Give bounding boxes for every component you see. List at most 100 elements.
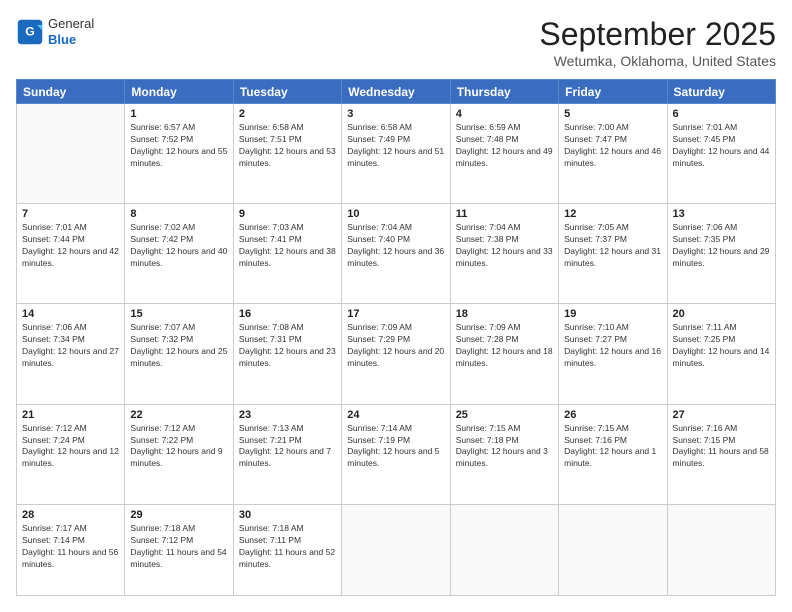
calendar-page: G General Blue September 2025 Wetumka, O… (0, 0, 792, 612)
header: G General Blue September 2025 Wetumka, O… (16, 16, 776, 69)
day-number: 19 (564, 308, 661, 320)
day-info: Sunrise: 6:58 AMSunset: 7:51 PMDaylight:… (239, 122, 336, 170)
calendar-day-cell: 5 Sunrise: 7:00 AMSunset: 7:47 PMDaylight… (559, 104, 667, 204)
day-number: 20 (673, 308, 770, 320)
weekday-header: Friday (559, 80, 667, 104)
logo: G General Blue (16, 16, 94, 47)
calendar-day-cell: 1 Sunrise: 6:57 AMSunset: 7:52 PMDaylight… (125, 104, 233, 204)
day-info: Sunrise: 7:12 AMSunset: 7:22 PMDaylight:… (130, 423, 227, 471)
day-number: 17 (347, 308, 444, 320)
weekday-header: Tuesday (233, 80, 341, 104)
day-number: 13 (673, 208, 770, 220)
day-number: 29 (130, 509, 227, 521)
calendar-day-cell: 7 Sunrise: 7:01 AMSunset: 7:44 PMDaylight… (17, 204, 125, 304)
day-number: 30 (239, 509, 336, 521)
calendar-day-cell: 29 Sunrise: 7:18 AMSunset: 7:12 PMDayligh… (125, 504, 233, 595)
day-info: Sunrise: 7:18 AMSunset: 7:12 PMDaylight:… (130, 523, 227, 571)
day-number: 18 (456, 308, 553, 320)
calendar-day-cell: 13Sunrise: 7:06 AMSunset: 7:35 PMDayligh… (667, 204, 775, 304)
day-number: 9 (239, 208, 336, 220)
calendar-day-cell (17, 104, 125, 204)
day-info: Sunrise: 7:03 AMSunset: 7:41 PMDaylight:… (239, 222, 336, 270)
day-info: Sunrise: 7:16 AMSunset: 7:15 PMDaylight:… (673, 423, 770, 471)
calendar-day-cell (559, 504, 667, 595)
calendar-table: SundayMondayTuesdayWednesdayThursdayFrid… (16, 79, 776, 596)
calendar-week-row: 28 Sunrise: 7:17 AMSunset: 7:14 PMDayligh… (17, 504, 776, 595)
day-info: Sunrise: 7:08 AMSunset: 7:31 PMDaylight:… (239, 322, 336, 370)
day-number: 23 (239, 409, 336, 421)
day-info: Sunrise: 7:13 AMSunset: 7:21 PMDaylight:… (239, 423, 336, 471)
day-number: 2 (239, 108, 336, 120)
calendar-day-cell: 4 Sunrise: 6:59 AMSunset: 7:48 PMDaylight… (450, 104, 558, 204)
calendar-day-cell: 25Sunrise: 7:15 AMSunset: 7:18 PMDayligh… (450, 404, 558, 504)
calendar-day-cell: 23 Sunrise: 7:13 AMSunset: 7:21 PMDayligh… (233, 404, 341, 504)
calendar-day-cell: 8Sunrise: 7:02 AMSunset: 7:42 PMDaylight… (125, 204, 233, 304)
day-info: Sunrise: 7:10 AMSunset: 7:27 PMDaylight:… (564, 322, 661, 370)
calendar-day-cell: 18 Sunrise: 7:09 AMSunset: 7:28 PMDayligh… (450, 304, 558, 404)
day-info: Sunrise: 7:01 AMSunset: 7:45 PMDaylight:… (673, 122, 770, 170)
day-info: Sunrise: 6:58 AMSunset: 7:49 PMDaylight:… (347, 122, 444, 170)
day-number: 24 (347, 409, 444, 421)
day-info: Sunrise: 7:05 AMSunset: 7:37 PMDaylight:… (564, 222, 661, 270)
title-block: September 2025 Wetumka, Oklahoma, United… (539, 16, 776, 69)
day-info: Sunrise: 7:09 AMSunset: 7:28 PMDaylight:… (456, 322, 553, 370)
day-info: Sunrise: 6:57 AMSunset: 7:52 PMDaylight:… (130, 122, 227, 170)
calendar-day-cell: 24Sunrise: 7:14 AMSunset: 7:19 PMDayligh… (342, 404, 450, 504)
calendar-header-row: SundayMondayTuesdayWednesdayThursdayFrid… (17, 80, 776, 104)
calendar-day-cell: 12 Sunrise: 7:05 AMSunset: 7:37 PMDayligh… (559, 204, 667, 304)
day-number: 15 (130, 308, 227, 320)
day-number: 16 (239, 308, 336, 320)
day-number: 6 (673, 108, 770, 120)
weekday-header: Sunday (17, 80, 125, 104)
day-number: 11 (456, 208, 553, 220)
day-number: 7 (22, 208, 119, 220)
calendar-day-cell: 16 Sunrise: 7:08 AMSunset: 7:31 PMDayligh… (233, 304, 341, 404)
calendar-day-cell: 27 Sunrise: 7:16 AMSunset: 7:15 PMDayligh… (667, 404, 775, 504)
calendar-week-row: 7 Sunrise: 7:01 AMSunset: 7:44 PMDaylight… (17, 204, 776, 304)
logo-general: General (48, 16, 94, 32)
day-info: Sunrise: 7:06 AMSunset: 7:34 PMDaylight:… (22, 322, 119, 370)
calendar-week-row: 21 Sunrise: 7:12 AMSunset: 7:24 PMDayligh… (17, 404, 776, 504)
day-number: 10 (347, 208, 444, 220)
calendar-day-cell: 17 Sunrise: 7:09 AMSunset: 7:29 PMDayligh… (342, 304, 450, 404)
logo-text: General Blue (48, 16, 94, 47)
day-number: 5 (564, 108, 661, 120)
logo-icon: G (16, 18, 44, 46)
calendar-day-cell: 3 Sunrise: 6:58 AMSunset: 7:49 PMDaylight… (342, 104, 450, 204)
calendar-week-row: 1 Sunrise: 6:57 AMSunset: 7:52 PMDaylight… (17, 104, 776, 204)
calendar-day-cell: 11 Sunrise: 7:04 AMSunset: 7:38 PMDayligh… (450, 204, 558, 304)
day-number: 21 (22, 409, 119, 421)
calendar-day-cell: 9 Sunrise: 7:03 AMSunset: 7:41 PMDaylight… (233, 204, 341, 304)
weekday-header: Saturday (667, 80, 775, 104)
day-info: Sunrise: 7:04 AMSunset: 7:38 PMDaylight:… (456, 222, 553, 270)
calendar-day-cell: 14 Sunrise: 7:06 AMSunset: 7:34 PMDayligh… (17, 304, 125, 404)
calendar-day-cell: 26Sunrise: 7:15 AMSunset: 7:16 PMDayligh… (559, 404, 667, 504)
day-info: Sunrise: 6:59 AMSunset: 7:48 PMDaylight:… (456, 122, 553, 170)
day-info: Sunrise: 7:17 AMSunset: 7:14 PMDaylight:… (22, 523, 119, 571)
calendar-day-cell: 28 Sunrise: 7:17 AMSunset: 7:14 PMDayligh… (17, 504, 125, 595)
day-number: 3 (347, 108, 444, 120)
day-number: 1 (130, 108, 227, 120)
logo-blue: Blue (48, 32, 94, 48)
day-number: 27 (673, 409, 770, 421)
day-info: Sunrise: 7:09 AMSunset: 7:29 PMDaylight:… (347, 322, 444, 370)
calendar-day-cell (342, 504, 450, 595)
calendar-week-row: 14 Sunrise: 7:06 AMSunset: 7:34 PMDayligh… (17, 304, 776, 404)
day-number: 4 (456, 108, 553, 120)
weekday-header: Thursday (450, 80, 558, 104)
day-number: 12 (564, 208, 661, 220)
month-title: September 2025 (539, 16, 776, 53)
day-info: Sunrise: 7:02 AMSunset: 7:42 PMDaylight:… (130, 222, 227, 270)
svg-text:G: G (25, 24, 35, 38)
calendar-day-cell: 19 Sunrise: 7:10 AMSunset: 7:27 PMDayligh… (559, 304, 667, 404)
calendar-day-cell: 30Sunrise: 7:18 AMSunset: 7:11 PMDayligh… (233, 504, 341, 595)
day-number: 25 (456, 409, 553, 421)
calendar-day-cell (450, 504, 558, 595)
weekday-header: Monday (125, 80, 233, 104)
day-number: 26 (564, 409, 661, 421)
day-info: Sunrise: 7:01 AMSunset: 7:44 PMDaylight:… (22, 222, 119, 270)
day-number: 14 (22, 308, 119, 320)
day-number: 28 (22, 509, 119, 521)
day-info: Sunrise: 7:00 AMSunset: 7:47 PMDaylight:… (564, 122, 661, 170)
day-info: Sunrise: 7:12 AMSunset: 7:24 PMDaylight:… (22, 423, 119, 471)
